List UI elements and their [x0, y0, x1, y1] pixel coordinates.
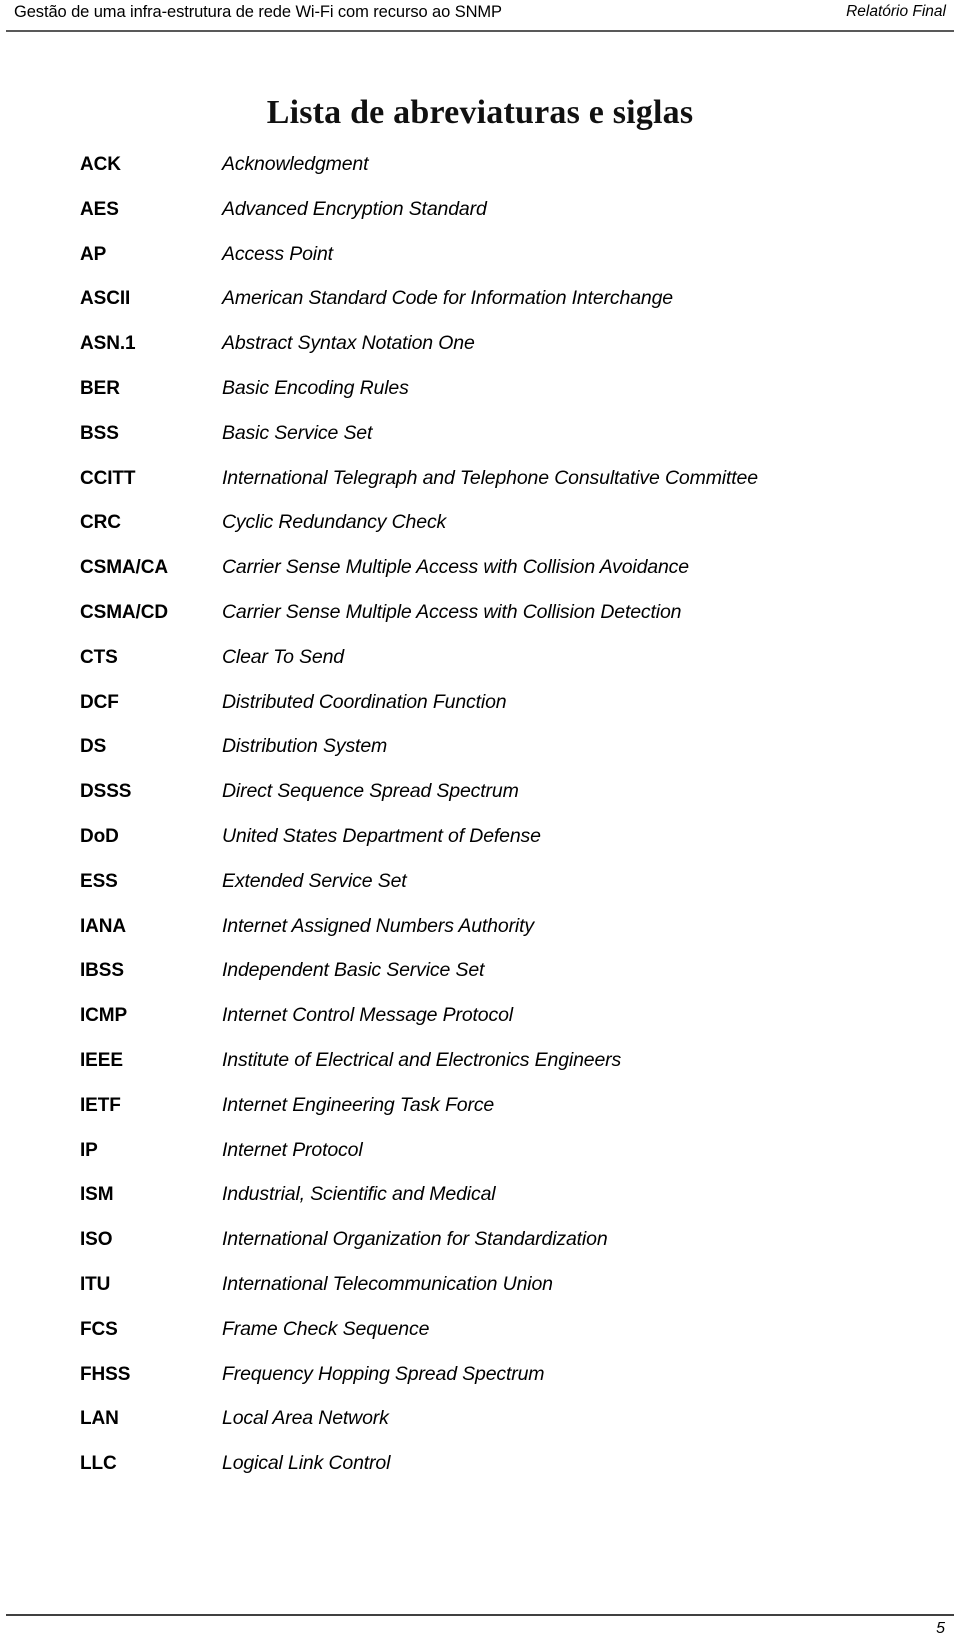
abbreviation-term: IETF [80, 1094, 121, 1116]
abbreviation-term: ICMP [80, 1005, 128, 1027]
abbreviation-definition: Logical Link Control [222, 1452, 391, 1475]
header-document-title: Gestão de uma infra-estrutura de rede Wi… [14, 3, 502, 21]
abbreviation-definition: Frame Check Sequence [222, 1317, 430, 1340]
abbreviation-definition: Access Point [222, 242, 333, 265]
abbreviation-row: IBSS Independent Basic Service Set [0, 959, 960, 1004]
abbreviation-term: FCS [80, 1318, 118, 1340]
abbreviation-definition: Local Area Network [222, 1407, 389, 1430]
abbreviation-row: ESS Extended Service Set [0, 870, 960, 915]
abbreviation-row: FCS Frame Check Sequence [0, 1318, 960, 1363]
abbreviation-definition: Independent Basic Service Set [222, 959, 485, 982]
abbreviation-row: ASCII American Standard Code for Informat… [0, 287, 960, 332]
abbreviation-definition: Extended Service Set [222, 869, 407, 892]
footer-divider-rule [6, 1614, 954, 1616]
abbreviation-definition: Direct Sequence Spread Spectrum [222, 780, 519, 803]
abbreviation-row: CTS Clear To Send [0, 646, 960, 691]
abbreviation-row: AES Advanced Encryption Standard [0, 198, 960, 243]
abbreviation-definition: Internet Protocol [222, 1138, 363, 1161]
abbreviation-term: DCF [80, 691, 119, 713]
abbreviation-term: ITU [80, 1273, 111, 1295]
abbreviation-definition: International Telegraph and Telephone Co… [222, 466, 758, 489]
abbreviation-row: DoD United States Department of Defense [0, 825, 960, 870]
abbreviation-row: DCF Distributed Coordination Function [0, 691, 960, 736]
abbreviation-term: IP [80, 1139, 98, 1161]
abbreviation-term: CSMA/CD [80, 601, 168, 623]
abbreviation-definition: Abstract Syntax Notation One [222, 332, 475, 355]
abbreviation-definition: International Telecommunication Union [222, 1272, 553, 1295]
abbreviation-definition: Acknowledgment [222, 153, 369, 175]
header-divider-rule [6, 30, 954, 32]
abbreviation-definition: Carrier Sense Multiple Access with Colli… [222, 556, 689, 579]
abbreviation-definition: American Standard Code for Information I… [222, 287, 674, 310]
abbreviation-row: ISM Industrial, Scientific and Medical [0, 1183, 960, 1228]
abbreviation-row: CSMA/CA Carrier Sense Multiple Access wit… [0, 556, 960, 601]
abbreviation-term: ASN.1 [80, 333, 136, 355]
abbreviation-definition: Distributed Coordination Function [222, 690, 507, 713]
abbreviation-row: ICMP Internet Control Message Protocol [0, 1004, 960, 1049]
abbreviation-term: DS [80, 736, 107, 758]
abbreviation-definition: United States Department of Defense [222, 824, 541, 847]
abbreviation-term: FHSS [80, 1363, 131, 1385]
abbreviation-row: ITU International Telecommunication Union [0, 1273, 960, 1318]
abbreviation-definition: International Organization for Standardi… [222, 1228, 608, 1251]
abbreviation-definition: Carrier Sense Multiple Access with Colli… [222, 600, 682, 623]
abbreviation-term: CCITT [80, 467, 136, 489]
abbreviation-row: BSS Basic Service Set [0, 422, 960, 467]
abbreviation-term: LAN [80, 1408, 119, 1430]
page-title: Lista de abreviaturas e siglas [266, 93, 694, 131]
abbreviation-row: DS Distribution System [0, 735, 960, 780]
abbreviation-term: CSMA/CA [80, 557, 168, 579]
abbreviation-term: LLC [80, 1453, 117, 1475]
abbreviation-term: DoD [80, 825, 119, 847]
abbreviation-definition: Industrial, Scientific and Medical [222, 1183, 496, 1206]
abbreviation-term: ISO [80, 1229, 113, 1251]
abbreviation-definition: Advanced Encryption Standard [222, 197, 487, 220]
abbreviation-term: ESS [80, 870, 118, 892]
abbreviation-term: ASCII [80, 288, 131, 310]
abbreviation-term: AES [80, 198, 119, 220]
abbreviation-term: BSS [80, 422, 119, 444]
abbreviation-definition: Distribution System [222, 735, 388, 758]
abbreviation-term: AP [80, 243, 107, 265]
abbreviation-row: CRC Cyclic Redundancy Check [0, 511, 960, 556]
abbreviation-row: IP Internet Protocol [0, 1139, 960, 1184]
abbreviation-definition: Basic Encoding Rules [222, 376, 409, 399]
abbreviation-term: CTS [80, 646, 118, 668]
abbreviation-definition: Clear To Send [222, 645, 344, 668]
abbreviation-row: BER Basic Encoding Rules [0, 377, 960, 422]
abbreviation-row: FHSS Frequency Hopping Spread Spectrum [0, 1363, 960, 1408]
abbreviation-definition: Internet Engineering Task Force [222, 1093, 495, 1116]
abbreviation-definition: Cyclic Redundancy Check [222, 511, 447, 534]
abbreviation-term: DSSS [80, 781, 132, 803]
abbreviation-row: ACK Acknowledgment [0, 153, 960, 198]
abbreviation-definition: Basic Service Set [222, 421, 373, 444]
abbreviation-row: DSSS Direct Sequence Spread Spectrum [0, 780, 960, 825]
abbreviation-row: AP Access Point [0, 243, 960, 288]
abbreviation-term: BER [80, 377, 120, 399]
header-document-subtitle: Relatório Final [846, 3, 946, 20]
abbreviation-term: CRC [80, 512, 121, 534]
abbreviation-row: IETF Internet Engineering Task Force [0, 1094, 960, 1139]
abbreviation-term: ACK [80, 154, 121, 175]
abbreviation-row: LLC Logical Link Control [0, 1452, 960, 1497]
abbreviation-row: CSMA/CD Carrier Sense Multiple Access wit… [0, 601, 960, 646]
abbreviation-row: IANA Internet Assigned Numbers Authority [0, 915, 960, 960]
abbreviation-term: IEEE [80, 1049, 123, 1071]
abbreviation-definition: Internet Assigned Numbers Authority [222, 914, 534, 937]
abbreviation-definition: Internet Control Message Protocol [222, 1004, 513, 1027]
abbreviation-list: ACK Acknowledgment AES Advanced Encryption … [0, 153, 960, 1497]
abbreviation-definition: Institute of Electrical and Electronics … [222, 1048, 622, 1071]
page-header: Gestão de uma infra-estrutura de rede Wi… [0, 0, 960, 32]
abbreviation-row: CCITT International Telegraph and Telepho… [0, 467, 960, 512]
page-number: 5 [936, 1620, 945, 1637]
abbreviation-definition: Frequency Hopping Spread Spectrum [222, 1362, 545, 1385]
abbreviation-term: IBSS [80, 960, 124, 982]
abbreviation-term: ISM [80, 1184, 114, 1206]
abbreviation-row: IEEE Institute of Electrical and Electron… [0, 1049, 960, 1094]
abbreviation-row: ASN.1 Abstract Syntax Notation One [0, 332, 960, 377]
abbreviation-row: ISO International Organization for Standa… [0, 1228, 960, 1273]
abbreviation-term: IANA [80, 915, 127, 937]
abbreviation-row: LAN Local Area Network [0, 1407, 960, 1452]
